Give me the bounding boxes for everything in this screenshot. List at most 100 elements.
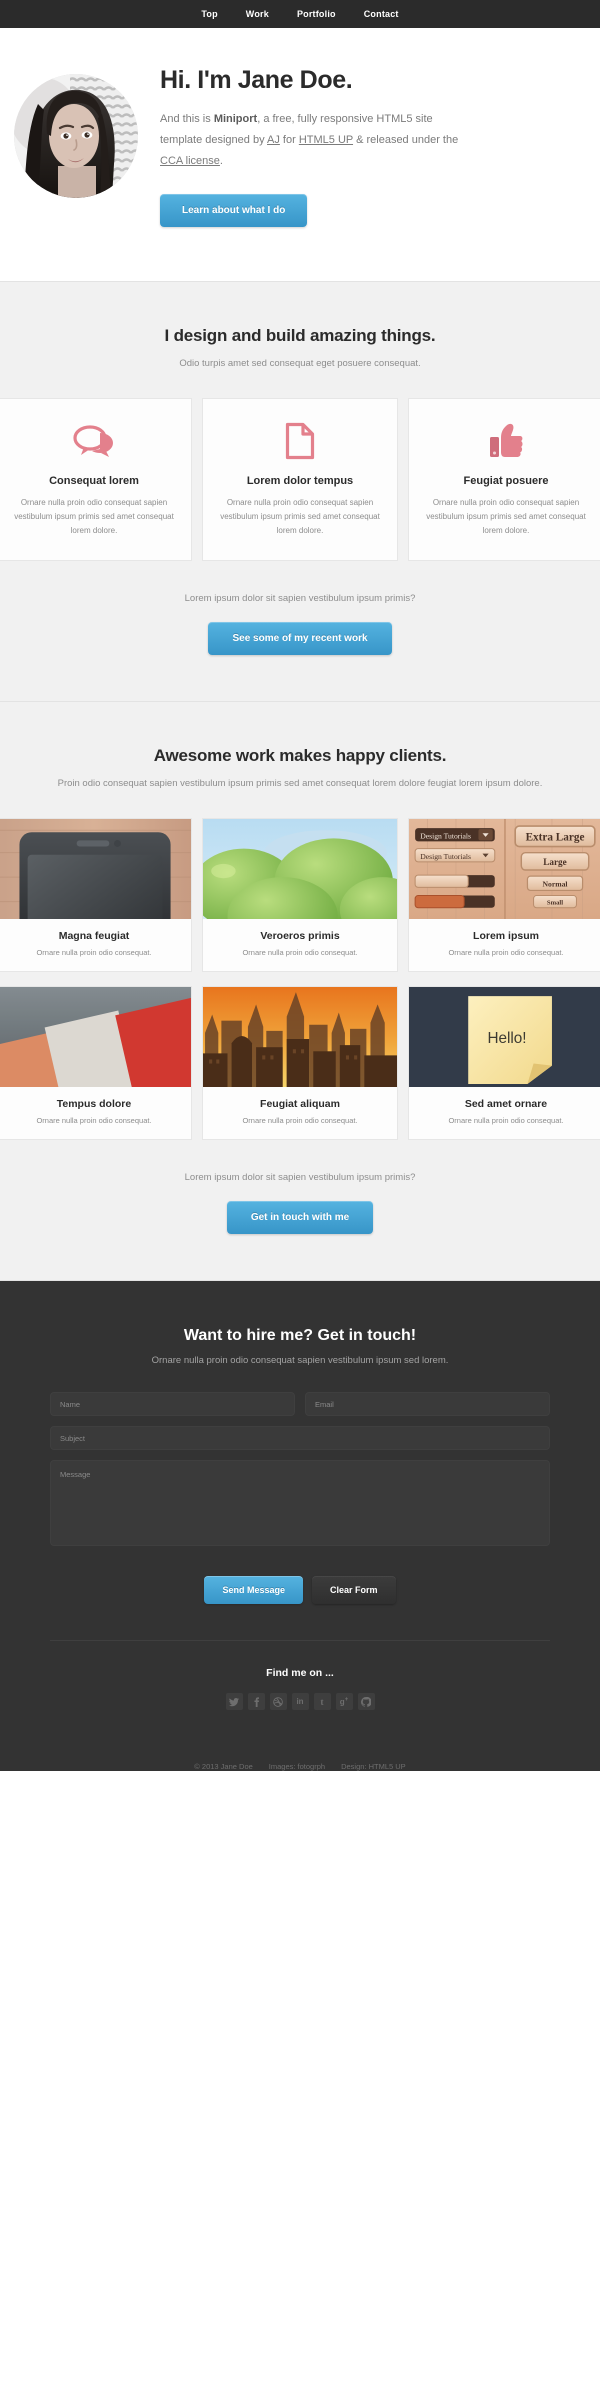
hero-intro: And this is Miniport, a free, fully resp… [160,109,460,172]
portfolio-item[interactable]: Tempus dolore Ornare nulla proin odio co… [0,986,192,1140]
social-heading: Find me on ... [266,1667,334,1679]
ui-kit-select-2-label: Design Tutorials [420,852,471,861]
portfolio-caption: Veroeros primis Ornare nulla proin odio … [203,919,397,971]
dribbble-icon[interactable] [269,1693,287,1710]
see-recent-work-button[interactable]: See some of my recent work [208,622,392,655]
images-credit[interactable]: Images: fotogrph [269,1762,325,1771]
portfolio-text: Ornare nulla proin odio consequat. [242,948,358,957]
email-input[interactable] [305,1392,550,1416]
portfolio-title: Magna feugiat [58,930,130,942]
footer-copy: © 2013 Jane Doe Images: fotogrph Design:… [0,1762,600,1771]
work-heading: I design and build amazing things. [164,326,436,345]
portfolio-item[interactable]: Hello! Sed amet ornare Ornare nulla proi… [408,986,600,1140]
linkedin-icon[interactable]: in [291,1693,309,1710]
green-apples-thumb[interactable] [203,819,397,919]
portfolio-caption: Sed amet ornare Ornare nulla proin odio … [409,1087,600,1139]
portfolio-cta-wrap: Get in touch with me [0,1183,600,1280]
portfolio-text: Ornare nulla proin odio consequat. [448,1116,564,1125]
feature-card: Feugiat posuere Ornare nulla proin odio … [408,398,600,561]
thumbs-up-icon [421,419,591,463]
work-header: I design and build amazing things. Odio … [0,282,600,372]
social-icon-list: in t g+ [50,1693,550,1710]
name-input[interactable] [50,1392,295,1416]
copyright-text: © 2013 Jane Doe [194,1762,253,1771]
sticky-note-thumb[interactable]: Hello! [409,987,600,1087]
portfolio-title: Sed amet ornare [464,1098,548,1110]
portfolio-text: Ornare nulla proin odio consequat. [36,1116,152,1125]
link-aj[interactable]: AJ [267,134,280,146]
portfolio-item[interactable]: Design Tutorials Design Tutorials Extra … [408,818,600,972]
facebook-icon[interactable] [247,1693,265,1710]
form-row-subject [50,1426,550,1450]
ui-kit-btn-xl-label: Extra Large [526,831,585,843]
link-cca-license[interactable]: CCA license [160,155,220,167]
portfolio-header: Awesome work makes happy clients. Proin … [0,702,600,792]
nav-link-top[interactable]: Top [201,9,217,19]
portfolio-heading: Awesome work makes happy clients. [153,746,447,765]
hero-intro-part1: And this is [160,113,214,125]
ui-kit-btn-s-label: Small [547,900,563,907]
tumblr-icon[interactable]: t [313,1693,331,1710]
portfolio-text: Ornare nulla proin odio consequat. [242,1116,358,1125]
hero-intro-part5: . [219,155,223,167]
contact-heading: Want to hire me? Get in touch! [183,1327,417,1344]
work-subheading: Odio turpis amet sed consequat eget posu… [179,358,421,369]
portfolio-caption: Feugiat aliquam Ornare nulla proin odio … [203,1087,397,1139]
link-html5up[interactable]: HTML5 UP [299,134,353,146]
google-plus-icon[interactable]: g+ [335,1693,353,1710]
paper-textures-thumb[interactable] [0,987,191,1087]
sticky-note-text: Hello! [487,1030,526,1047]
work-section: I design and build amazing things. Odio … [0,281,600,702]
portfolio-text: Ornare nulla proin odio consequat. [448,948,564,957]
portfolio-section: Awesome work makes happy clients. Proin … [0,702,600,1281]
form-actions: Send Message Clear Form [50,1556,550,1604]
ui-kit-btn-n-label: Normal [542,879,567,888]
hero-intro-part4: & released under the [353,134,459,146]
document-icon [215,419,385,463]
portfolio-subheading: Proin odio consequat sapien vestibulum i… [57,778,543,789]
portfolio-item[interactable]: Feugiat aliquam Ornare nulla proin odio … [202,986,398,1140]
feature-text: Ornare nulla proin odio consequat sapien… [220,498,380,535]
learn-more-button[interactable]: Learn about what I do [160,194,308,227]
form-row-message [50,1460,550,1546]
portfolio-title: Feugiat aliquam [260,1098,340,1110]
twitter-icon[interactable] [225,1693,243,1710]
portfolio-title: Lorem ipsum [473,930,539,942]
ui-kit-select-1-label: Design Tutorials [420,831,471,840]
feature-text: Ornare nulla proin odio consequat sapien… [14,498,174,535]
portfolio-caption: Lorem ipsum Ornare nulla proin odio cons… [409,919,600,971]
contact-form: Send Message Clear Form [0,1366,600,1604]
portfolio-title: Veroeros primis [260,930,340,942]
city-skyline-thumb[interactable] [203,987,397,1087]
portfolio-item[interactable]: Magna feugiat Ornare nulla proin odio co… [0,818,192,972]
form-row-name-email [50,1392,550,1416]
portfolio-title: Tempus dolore [56,1098,132,1110]
contact-subheading: Ornare nulla proin odio consequat sapien… [151,1355,449,1366]
work-cta-wrap: See some of my recent work [0,604,600,701]
feature-card: Lorem dolor tempus Ornare nulla proin od… [202,398,398,561]
clear-form-button[interactable]: Clear Form [312,1576,396,1604]
nav-link-contact[interactable]: Contact [364,9,399,19]
nav-link-work[interactable]: Work [246,9,269,19]
subject-input[interactable] [50,1426,550,1450]
speech-bubbles-icon [9,419,179,463]
portfolio-row-1: Magna feugiat Ornare nulla proin odio co… [0,792,600,972]
github-icon[interactable] [357,1693,375,1710]
portfolio-item[interactable]: Veroeros primis Ornare nulla proin odio … [202,818,398,972]
send-message-button[interactable]: Send Message [204,1576,303,1604]
brand-name: Miniport [213,113,258,125]
wooden-ui-kit-thumb[interactable]: Design Tutorials Design Tutorials Extra … [409,819,600,919]
page-footer: © 2013 Jane Doe Images: fotogrph Design:… [0,1710,600,1771]
hero-section: Hi. I'm Jane Doe. And this is Miniport, … [0,28,600,281]
smartphone-on-wood-thumb[interactable] [0,819,191,919]
feature-card: Consequat lorem Ornare nulla proin odio … [0,398,192,561]
page-title: Hi. I'm Jane Doe. [160,66,353,94]
hero-body: Hi. I'm Jane Doe. And this is Miniport, … [160,66,600,227]
feature-list: Consequat lorem Ornare nulla proin odio … [0,372,600,561]
contact-section: Want to hire me? Get in touch! Ornare nu… [0,1281,600,1771]
message-textarea[interactable] [50,1460,550,1546]
feature-title: Consequat lorem [49,475,139,487]
design-credit[interactable]: Design: HTML5 UP [341,1762,406,1771]
nav-link-portfolio[interactable]: Portfolio [297,9,336,19]
get-in-touch-button[interactable]: Get in touch with me [226,1201,374,1234]
